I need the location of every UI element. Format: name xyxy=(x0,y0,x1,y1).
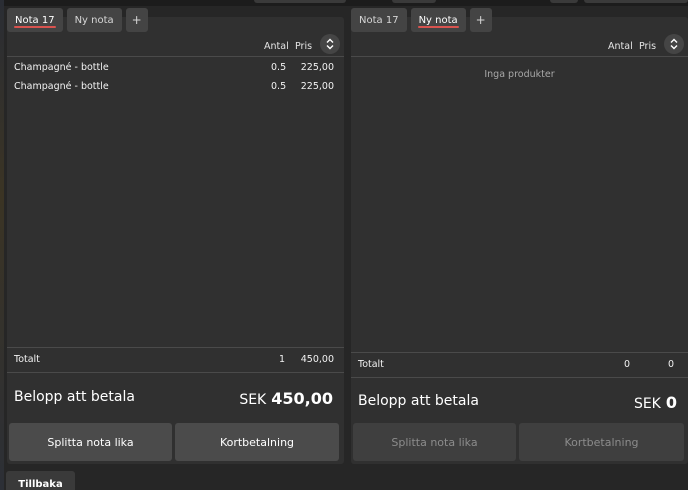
tab-nota-17[interactable]: Nota 17 xyxy=(7,8,63,32)
amount-to-pay-label: Belopp att betala xyxy=(358,393,479,409)
total-qty: 1 xyxy=(279,354,286,365)
payment-divider xyxy=(7,372,344,373)
sort-chevrons-icon xyxy=(326,38,334,50)
top-bar-segment xyxy=(254,0,346,3)
add-note-button[interactable]: + xyxy=(125,8,148,32)
total-label: Totalt xyxy=(358,359,384,370)
item-name: Champagné - bottle xyxy=(14,62,109,73)
item-name: Champagné - bottle xyxy=(14,81,109,92)
background-edge xyxy=(0,0,4,490)
total-label: Totalt xyxy=(14,354,40,365)
tab-ny-nota[interactable]: Ny nota xyxy=(410,8,466,32)
tab-nota-17[interactable]: Nota 17 xyxy=(351,8,407,32)
sort-button[interactable] xyxy=(664,34,684,54)
total-amount: 0 xyxy=(667,359,674,370)
sort-chevrons-icon xyxy=(670,38,678,50)
amount-to-pay: SEK 450,00 xyxy=(239,389,333,408)
header-divider xyxy=(351,56,688,57)
total-amount: 450,00 xyxy=(300,354,334,365)
currency: SEK xyxy=(633,396,661,412)
tab-ny-nota[interactable]: Ny nota xyxy=(66,8,122,32)
amount-value: 450,00 xyxy=(271,389,333,408)
top-bar-segment xyxy=(550,0,578,3)
currency: SEK xyxy=(239,392,267,408)
amount-value: 0 xyxy=(665,393,677,412)
column-header-price: Pris xyxy=(639,41,657,52)
note-panel-left: Nota 17 Ny nota + Antal Pris Champagné -… xyxy=(7,8,344,464)
total-row: Totalt 1 450,00 xyxy=(14,354,334,368)
total-row: Totalt 0 0 xyxy=(358,359,678,373)
back-button[interactable]: Tillbaka xyxy=(6,471,75,490)
note-tabs-left: Nota 17 Ny nota + xyxy=(7,8,148,32)
item-qty: 0.5 xyxy=(271,81,287,92)
header-divider xyxy=(7,56,344,57)
item-price: 225,00 xyxy=(300,81,334,92)
amount-to-pay: SEK 0 xyxy=(634,393,677,412)
total-divider xyxy=(7,347,344,348)
list-item[interactable]: Champagné - bottle 0.5 225,00 xyxy=(14,62,334,76)
column-header-price: Pris xyxy=(295,41,313,52)
card-payment-button[interactable]: Kortbetalning xyxy=(175,423,339,461)
note-panel-right: Nota 17 Ny nota + Antal Pris Inga produk… xyxy=(351,8,688,464)
column-header-qty: Antal xyxy=(608,41,633,52)
empty-list-text: Inga produkter xyxy=(484,69,555,80)
payment-divider xyxy=(351,377,688,378)
list-item[interactable]: Champagné - bottle 0.5 225,00 xyxy=(14,81,334,95)
amount-to-pay-label: Belopp att betala xyxy=(14,389,135,405)
total-divider xyxy=(351,352,688,353)
note-tabs-right: Nota 17 Ny nota + xyxy=(351,8,492,32)
split-bill-button[interactable]: Splitta nota lika xyxy=(9,423,172,461)
add-note-button[interactable]: + xyxy=(469,8,492,32)
top-bar-segment xyxy=(584,0,688,3)
sort-button[interactable] xyxy=(320,34,340,54)
split-bill-button[interactable]: Splitta nota lika xyxy=(353,423,516,461)
item-price: 225,00 xyxy=(300,62,334,73)
item-qty: 0.5 xyxy=(271,62,287,73)
column-header-qty: Antal xyxy=(264,41,289,52)
top-bar-segment xyxy=(392,0,436,3)
total-qty: 0 xyxy=(624,359,631,370)
card-payment-button[interactable]: Kortbetalning xyxy=(519,423,684,461)
top-bar xyxy=(0,0,688,6)
